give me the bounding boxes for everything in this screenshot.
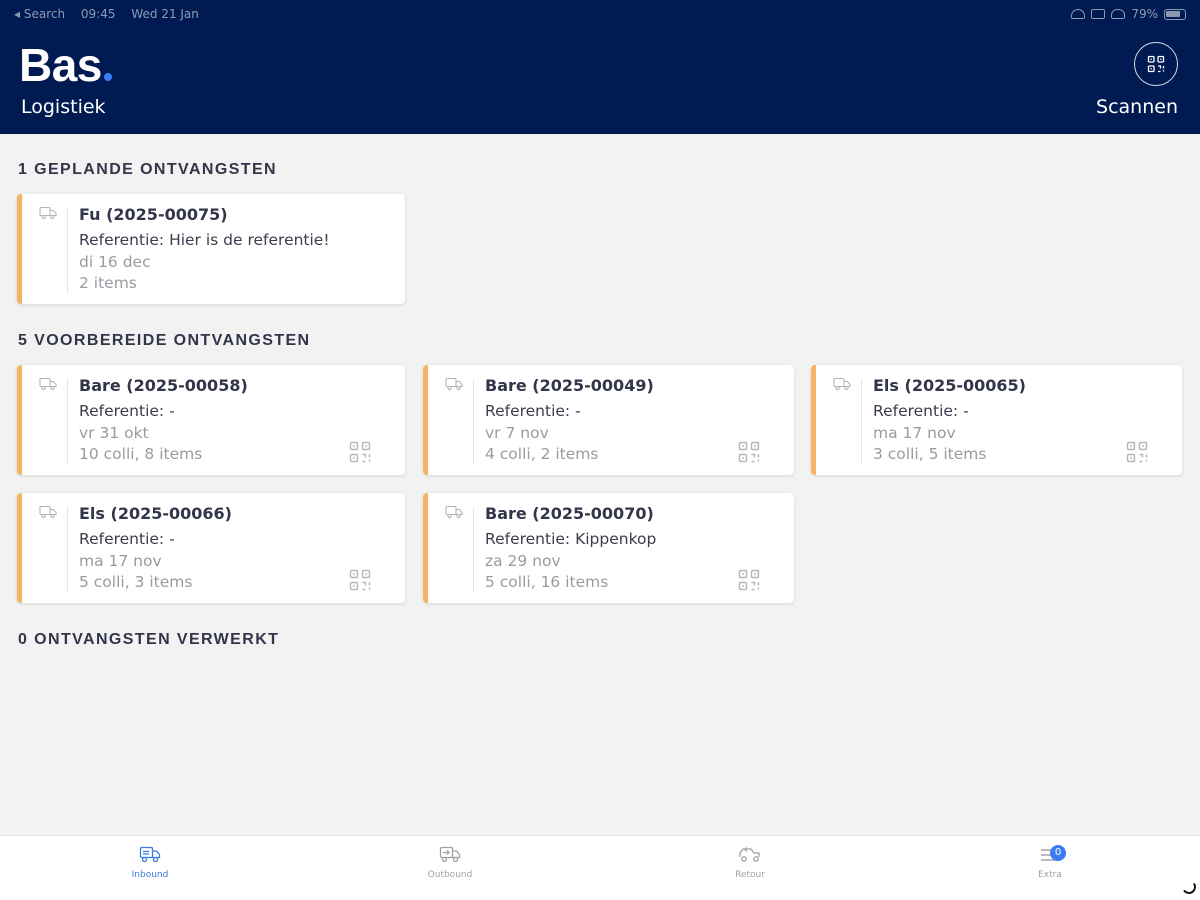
truck-return-icon xyxy=(739,847,760,862)
card-reference: Referentie: Kippenkop xyxy=(485,530,657,548)
app-subtitle: Logistiek xyxy=(21,96,106,118)
card-title: Fu (2025-00075) xyxy=(79,205,228,224)
tab-label: Inbound xyxy=(131,870,169,880)
card-reference: Referentie: Hier is de referentie! xyxy=(79,231,330,249)
status-date: Wed 21 Jan xyxy=(131,7,199,21)
tab-outbound[interactable]: Outbound xyxy=(400,844,500,880)
tab-bar: Inbound Outbound Retour 0 Extra xyxy=(0,835,1200,900)
receipt-card[interactable]: Els (2025-00066) Referentie: - ma 17 nov… xyxy=(17,493,405,603)
card-divider xyxy=(473,379,474,465)
truck-outbound-icon xyxy=(439,846,461,863)
tab-label: Outbound xyxy=(427,870,473,880)
card-date: ma 17 nov xyxy=(79,552,162,570)
tab-inbound[interactable]: Inbound xyxy=(100,844,200,880)
card-title: Bare (2025-00070) xyxy=(485,504,654,523)
truck-icon xyxy=(445,505,463,519)
status-bar: ◂ Search 09:45 Wed 21 Jan 79% xyxy=(14,6,1186,22)
truck-icon xyxy=(39,505,57,519)
receipt-card[interactable]: Bare (2025-00049) Referentie: - vr 7 nov… xyxy=(423,365,794,475)
card-divider xyxy=(67,379,68,465)
tab-label: Retour xyxy=(735,870,765,880)
card-divider xyxy=(67,208,68,294)
cast-icon xyxy=(1091,9,1106,19)
card-divider xyxy=(861,379,862,465)
card-count: 2 items xyxy=(79,274,137,292)
tab-label: Extra xyxy=(1038,870,1062,880)
card-date: za 29 nov xyxy=(485,552,561,570)
qr-code-icon xyxy=(1147,55,1165,73)
headphones-icon xyxy=(1111,9,1126,19)
card-reference: Referentie: - xyxy=(485,402,581,420)
card-date: di 16 dec xyxy=(79,253,151,271)
card-title: Els (2025-00065) xyxy=(873,376,1026,395)
battery-icon xyxy=(1164,8,1186,20)
status-time: 09:45 xyxy=(80,7,116,21)
tab-retour[interactable]: Retour xyxy=(700,844,800,880)
receipt-card[interactable]: Fu (2025-00075) Referentie: Hier is de r… xyxy=(17,194,405,304)
card-count: 5 colli, 3 items xyxy=(79,573,193,591)
truck-inbound-icon xyxy=(139,846,161,863)
card-date: ma 17 nov xyxy=(873,424,956,442)
section-title-prepared: 5 VOORBEREIDE ONTVANGSTEN xyxy=(18,332,311,349)
scan-button[interactable] xyxy=(1134,42,1178,86)
card-date: vr 7 nov xyxy=(485,424,549,442)
scan-label[interactable]: Scannen xyxy=(1096,96,1178,118)
card-divider xyxy=(473,507,474,593)
card-reference: Referentie: - xyxy=(79,402,175,420)
truck-icon xyxy=(445,377,463,391)
card-count: 5 colli, 16 items xyxy=(485,573,609,591)
section-title-planned: 1 GEPLANDE ONTVANGSTEN xyxy=(18,161,277,178)
receipt-card[interactable]: Els (2025-00065) Referentie: - ma 17 nov… xyxy=(811,365,1182,475)
back-to-search-link[interactable]: ◂ Search xyxy=(14,7,65,21)
card-reference: Referentie: - xyxy=(873,402,969,420)
card-count: 10 colli, 8 items xyxy=(79,445,203,463)
card-divider xyxy=(67,507,68,593)
card-count: 4 colli, 2 items xyxy=(485,445,599,463)
notification-badge: 0 xyxy=(1050,845,1066,861)
receipt-card[interactable]: Bare (2025-00058) Referentie: - vr 31 ok… xyxy=(17,365,405,475)
battery-percentage: 79% xyxy=(1131,7,1158,21)
logo-text: Bas xyxy=(19,39,102,91)
qr-code-icon[interactable] xyxy=(349,441,371,463)
receipt-card[interactable]: Bare (2025-00070) Referentie: Kippenkop … xyxy=(423,493,794,603)
app-logo: Bas xyxy=(19,42,112,88)
logo-dot-icon xyxy=(103,73,112,81)
truck-icon xyxy=(39,206,57,220)
card-count: 3 colli, 5 items xyxy=(873,445,987,463)
truck-icon xyxy=(833,377,851,391)
qr-code-icon[interactable] xyxy=(738,441,760,463)
card-title: Bare (2025-00058) xyxy=(79,376,248,395)
truck-icon xyxy=(39,377,57,391)
card-title: Els (2025-00066) xyxy=(79,504,232,523)
qr-code-icon[interactable] xyxy=(1126,441,1148,463)
qr-code-icon[interactable] xyxy=(738,569,760,591)
tab-extra[interactable]: 0 Extra xyxy=(1000,844,1100,880)
qr-code-icon[interactable] xyxy=(349,569,371,591)
app-header: ◂ Search 09:45 Wed 21 Jan 79% Bas Logist… xyxy=(0,0,1200,134)
wifi-icon xyxy=(1071,9,1086,19)
section-title-processed: 0 ONTVANGSTEN VERWERKT xyxy=(18,631,280,648)
card-reference: Referentie: - xyxy=(79,530,175,548)
card-title: Bare (2025-00049) xyxy=(485,376,654,395)
card-date: vr 31 okt xyxy=(79,424,149,442)
